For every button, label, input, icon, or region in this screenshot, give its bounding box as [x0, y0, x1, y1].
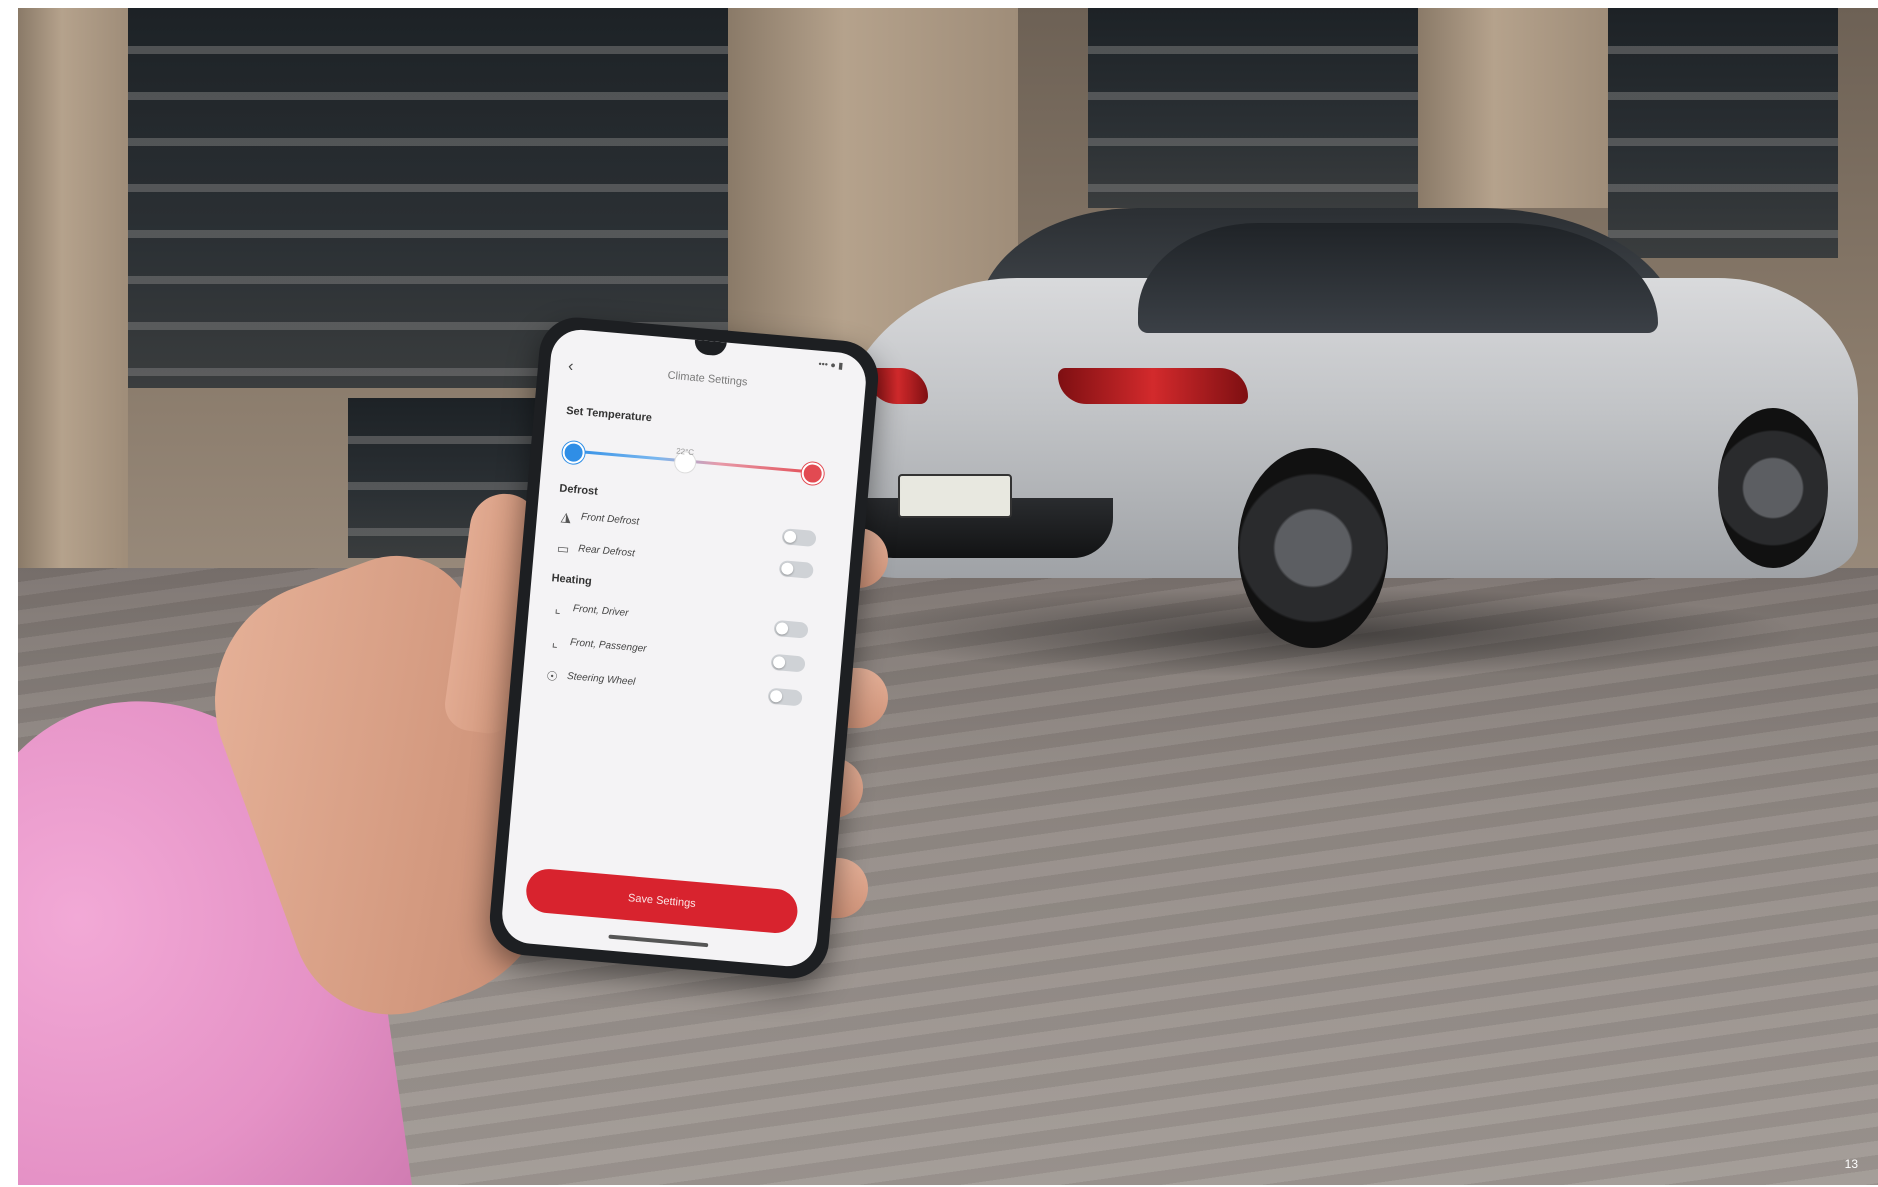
smartphone: ••• ● ▮ ‹ Climate Settings Set Temperatu…	[486, 314, 882, 982]
rear-window-icon: ▭	[556, 540, 570, 557]
front-passenger-label: Front, Passenger	[569, 637, 647, 655]
save-settings-button[interactable]: Save Settings	[524, 867, 800, 935]
rear-defrost-toggle[interactable]	[778, 560, 814, 579]
page-number: 13	[1844, 1157, 1858, 1171]
slider-min-knob	[561, 440, 586, 465]
car-license-plate	[898, 474, 1012, 518]
building-pillar	[18, 8, 128, 608]
steering-wheel-icon: ☉	[545, 668, 559, 685]
home-indicator	[608, 934, 709, 948]
seat-icon: ⌞	[551, 634, 559, 650]
building-window-grate	[1608, 8, 1838, 258]
car-wheel	[1238, 448, 1388, 648]
slider-max-knob	[800, 461, 825, 486]
front-defrost-label: Front Defrost	[580, 511, 640, 528]
car-taillight	[1058, 368, 1248, 404]
car-wheel	[1718, 408, 1828, 568]
phone-screen: ••• ● ▮ ‹ Climate Settings Set Temperatu…	[499, 327, 869, 969]
windshield-icon: ◮	[560, 508, 572, 525]
set-temperature-heading: Set Temperature	[565, 404, 653, 425]
camera-notch	[693, 339, 727, 357]
background-photo: ••• ● ▮ ‹ Climate Settings Set Temperatu…	[18, 8, 1878, 1185]
steering-wheel-toggle[interactable]	[767, 687, 803, 707]
temperature-value: 22°C	[675, 446, 695, 458]
heating-heading: Heating	[551, 572, 593, 588]
front-passenger-toggle[interactable]	[770, 653, 806, 673]
car-window	[1138, 223, 1658, 333]
building-window-grate	[1088, 8, 1418, 208]
temperature-slider[interactable]: 22°C	[561, 439, 827, 486]
front-driver-label: Front, Driver	[572, 603, 629, 619]
front-defrost-toggle[interactable]	[781, 528, 817, 548]
steering-wheel-label: Steering Wheel	[566, 670, 636, 688]
rear-defrost-label: Rear Defrost	[577, 543, 636, 560]
seat-icon: ⌞	[554, 600, 562, 617]
status-bar-icons: ••• ● ▮	[818, 358, 844, 371]
defrost-heading: Defrost	[558, 482, 599, 498]
building-pillar	[1418, 8, 1608, 208]
front-driver-toggle[interactable]	[773, 619, 809, 639]
